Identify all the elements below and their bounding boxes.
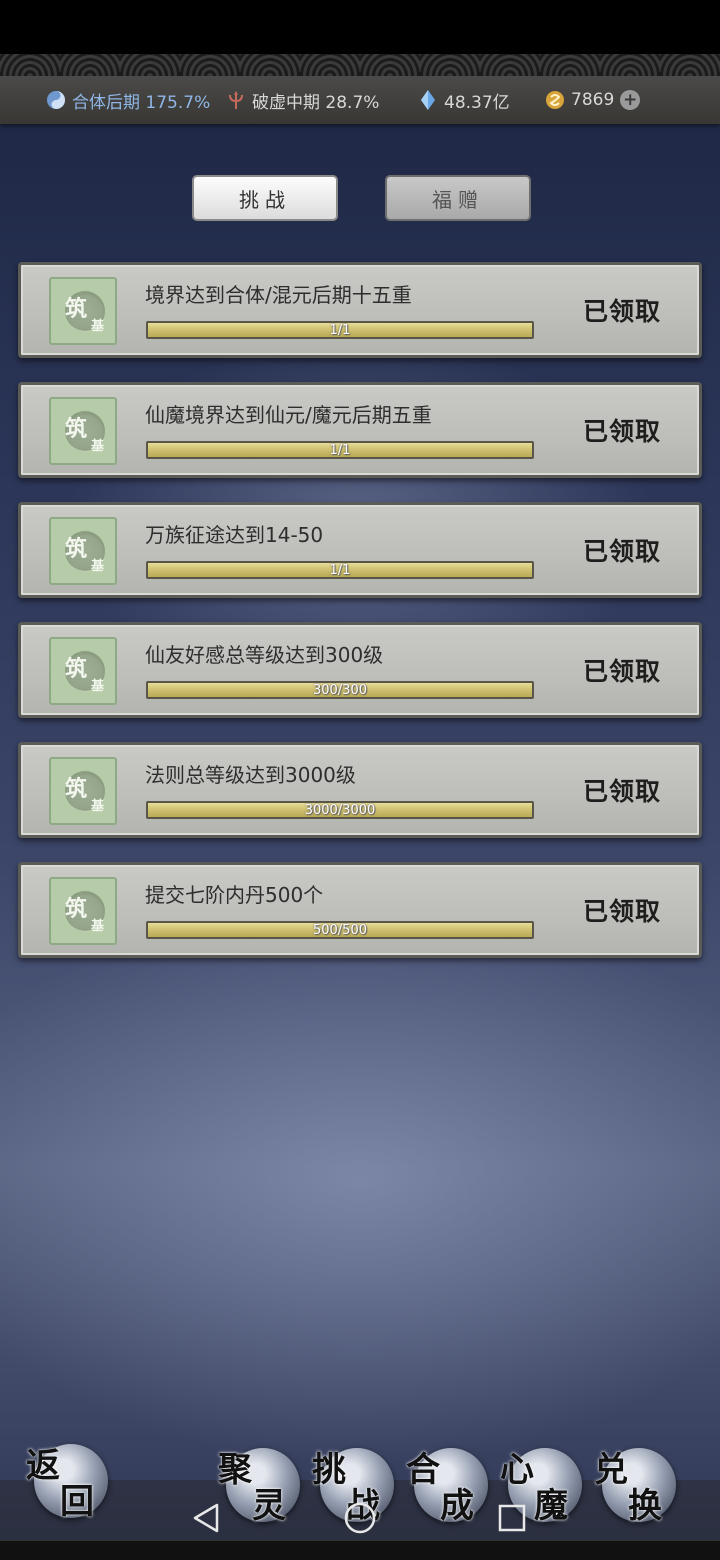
task-title: 万族征途达到14-50 [145, 523, 324, 547]
task-progress-text: 1/1 [329, 562, 351, 578]
foundation-seal-icon: 筑 基 [49, 397, 117, 465]
task-progress-bar: 1/1 [146, 321, 534, 339]
screen: 合体后期 175.7% 破虚中期 28.7% 48.37亿 7869 + 挑战 … [0, 0, 720, 1560]
task-progress-text: 3000/3000 [304, 802, 376, 818]
yin-yang-icon [46, 90, 66, 110]
gather-spirit-button[interactable]: 聚 灵 [218, 1448, 300, 1526]
tab-challenge[interactable]: 挑战 [192, 175, 338, 221]
task-title: 提交七阶内丹500个 [145, 883, 324, 907]
add-gold-button[interactable]: + [620, 90, 641, 110]
crystal-icon [418, 90, 438, 110]
status-bar [0, 0, 720, 54]
task-title: 仙魔境界达到仙元/魔元后期五重 [145, 403, 432, 427]
foundation-seal-icon: 筑 基 [49, 277, 117, 345]
gold-resource[interactable]: 7869 + [545, 90, 641, 110]
task-card: 筑 基 仙魔境界达到仙元/魔元后期五重 1/1 已领取 [18, 382, 702, 478]
task-progress-text: 500/500 [312, 922, 367, 938]
crystal-resource[interactable]: 48.37亿 [418, 88, 510, 113]
decorative-wave-band [0, 54, 720, 77]
realm-resource[interactable]: 合体后期 175.7% [46, 88, 210, 113]
back-button[interactable]: 返 回 [26, 1444, 108, 1522]
system-back-icon[interactable] [188, 1500, 224, 1536]
task-progress-bar: 3000/3000 [146, 801, 534, 819]
task-progress-text: 1/1 [329, 322, 351, 338]
claim-status-button[interactable]: 已领取 [583, 625, 661, 715]
exchange-button[interactable]: 兑 换 [594, 1448, 676, 1526]
task-card: 筑 基 仙友好感总等级达到300级 300/300 已领取 [18, 622, 702, 718]
task-progress-bar: 1/1 [146, 441, 534, 459]
task-card: 筑 基 万族征途达到14-50 1/1 已领取 [18, 502, 702, 598]
task-progress-text: 300/300 [312, 682, 367, 698]
foundation-seal-icon: 筑 基 [49, 877, 117, 945]
gold-coin-icon [545, 90, 565, 110]
decorative-footer-band [0, 1540, 720, 1560]
claim-status-button[interactable]: 已领取 [583, 385, 661, 475]
foundation-seal-icon: 筑 基 [49, 637, 117, 705]
crystal-value: 48.37亿 [444, 92, 510, 113]
system-home-icon[interactable] [342, 1500, 378, 1536]
task-card: 筑 基 提交七阶内丹500个 500/500 已领取 [18, 862, 702, 958]
break-label: 破虚中期 28.7% [252, 92, 380, 113]
claim-status-button[interactable]: 已领取 [583, 745, 661, 835]
break-resource[interactable]: 破虚中期 28.7% [226, 88, 379, 113]
task-progress-bar: 500/500 [146, 921, 534, 939]
claim-status-button[interactable]: 已领取 [583, 265, 661, 355]
claim-status-button[interactable]: 已领取 [583, 505, 661, 595]
system-recents-icon[interactable] [494, 1500, 530, 1536]
gold-value: 7869 [571, 90, 615, 110]
claim-status-button[interactable]: 已领取 [583, 865, 661, 955]
realm-label: 合体后期 175.7% [72, 92, 211, 113]
task-progress-bar: 300/300 [146, 681, 534, 699]
task-progress-bar: 1/1 [146, 561, 534, 579]
task-title: 法则总等级达到3000级 [145, 763, 356, 787]
trident-icon [226, 90, 246, 110]
foundation-seal-icon: 筑 基 [49, 517, 117, 585]
task-card: 筑 基 法则总等级达到3000级 3000/3000 已领取 [18, 742, 702, 838]
task-progress-text: 1/1 [329, 442, 351, 458]
tab-gift[interactable]: 福赠 [385, 175, 531, 221]
resource-bar: 合体后期 175.7% 破虚中期 28.7% 48.37亿 7869 + [0, 76, 720, 124]
task-title: 境界达到合体/混元后期十五重 [145, 283, 412, 307]
foundation-seal-icon: 筑 基 [49, 757, 117, 825]
task-title: 仙友好感总等级达到300级 [145, 643, 384, 667]
task-card: 筑 基 境界达到合体/混元后期十五重 1/1 已领取 [18, 262, 702, 358]
synthesis-button[interactable]: 合 成 [406, 1448, 488, 1526]
